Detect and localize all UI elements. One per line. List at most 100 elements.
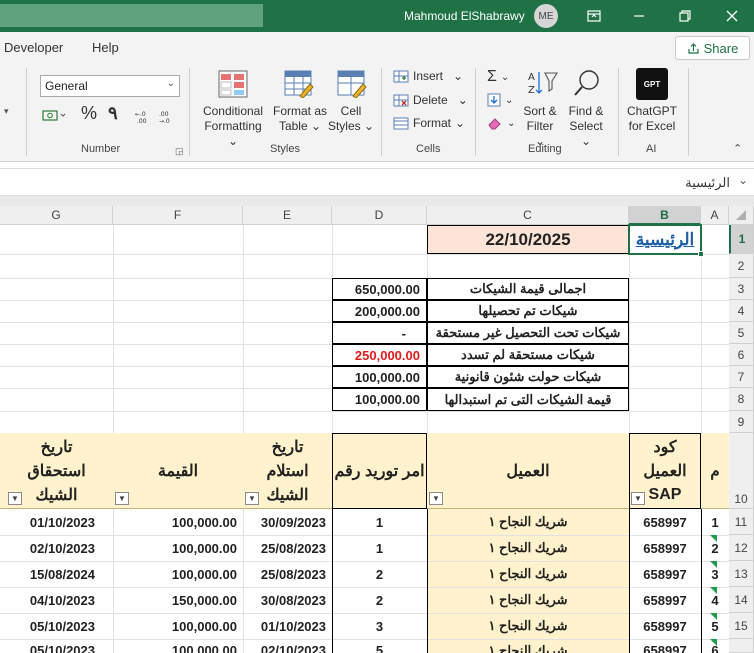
cell-client[interactable]: شريك النجاح ١: [427, 509, 629, 535]
error-indicator-icon[interactable]: [710, 535, 717, 542]
row-header-5[interactable]: 5: [729, 322, 754, 344]
filter-dropdown-icon[interactable]: ▼: [631, 492, 645, 505]
row-header-4[interactable]: 4: [729, 300, 754, 322]
cell-code[interactable]: 658997: [629, 587, 701, 613]
worksheet-grid[interactable]: G F E D C B A 1 2 3 4 5 6 7 8 9 10 11 12…: [0, 206, 754, 653]
filter-dropdown-icon[interactable]: ▼: [429, 492, 443, 505]
delete-button[interactable]: Delete ⌄: [393, 93, 468, 107]
clear-button[interactable]: ⌄: [487, 116, 515, 130]
summary-value[interactable]: -: [332, 322, 427, 344]
cell-received-date[interactable]: 01/10/2023: [243, 613, 332, 639]
summary-label[interactable]: شيكات مستحقة لم تسدد: [427, 344, 629, 366]
summary-label[interactable]: اجمالى قيمة الشيكات: [427, 278, 629, 300]
cell-order[interactable]: 1: [332, 535, 427, 561]
format-button[interactable]: Format ⌄: [393, 116, 465, 130]
cell-order[interactable]: 5: [332, 639, 427, 653]
cell-received-date[interactable]: 25/08/2023: [243, 561, 332, 587]
column-header-f[interactable]: F: [113, 206, 243, 225]
header-order[interactable]: امر توريد رقم: [332, 456, 427, 486]
summary-label[interactable]: شيكات تم تحصيلها: [427, 300, 629, 322]
cell-styles-icon[interactable]: [337, 70, 367, 101]
summary-value[interactable]: 200,000.00: [332, 300, 427, 322]
cell-amount[interactable]: 100,000.00: [113, 535, 243, 561]
summary-label[interactable]: قيمة الشيكات التى تم استبدالها: [427, 388, 629, 411]
fill-handle[interactable]: [698, 251, 704, 257]
autosum-button[interactable]: Σ ⌄: [487, 68, 509, 86]
chevron-down-icon[interactable]: ▾: [4, 106, 9, 117]
row-header-16[interactable]: [729, 639, 754, 653]
cell-client[interactable]: شريك النجاح ١: [427, 535, 629, 561]
column-header-d[interactable]: D: [332, 206, 427, 225]
cell-order[interactable]: 2: [332, 587, 427, 613]
cell-client[interactable]: شريك النجاح ١: [427, 639, 629, 653]
error-indicator-icon[interactable]: [710, 639, 717, 646]
cell-amount[interactable]: 100,000.00: [113, 509, 243, 535]
select-all-corner[interactable]: [729, 206, 754, 225]
row-header-13[interactable]: 13: [729, 561, 754, 587]
tab-help[interactable]: Help: [92, 40, 119, 55]
chatgpt-for-excel-button[interactable]: ChatGPT for Excel: [624, 104, 680, 134]
collapse-ribbon-icon[interactable]: ⌃: [733, 142, 742, 155]
filter-dropdown-icon[interactable]: ▼: [8, 492, 22, 505]
column-header-g[interactable]: G: [0, 206, 113, 225]
cell-order[interactable]: 1: [332, 509, 427, 535]
column-header-a[interactable]: A: [701, 206, 729, 225]
cell-code[interactable]: 658997: [629, 639, 701, 653]
cell-code[interactable]: 658997: [629, 613, 701, 639]
ribbon-display-icon[interactable]: [584, 6, 604, 26]
percent-style-button[interactable]: %: [81, 104, 97, 122]
minimize-icon[interactable]: [629, 6, 649, 26]
cell-order[interactable]: 2: [332, 561, 427, 587]
summary-label[interactable]: شيكات حولت شئون قانونية: [427, 366, 629, 388]
cell-due-date[interactable]: 05/10/2023: [0, 613, 113, 639]
insert-button[interactable]: Insert ⌄: [393, 69, 463, 83]
cell-due-date[interactable]: 02/10/2023: [0, 535, 113, 561]
cell-amount[interactable]: 100,000.00: [113, 561, 243, 587]
cell-client[interactable]: شريك النجاح ١: [427, 561, 629, 587]
row-header-15[interactable]: 15: [729, 613, 754, 639]
tab-developer[interactable]: Developer: [4, 40, 63, 55]
error-indicator-icon[interactable]: [710, 561, 717, 568]
row-header-7[interactable]: 7: [729, 366, 754, 388]
column-header-b[interactable]: B: [629, 206, 701, 225]
summary-value[interactable]: 100,000.00: [332, 388, 427, 411]
cell-styles-button[interactable]: Cell Styles ⌄: [327, 104, 375, 134]
header-amount[interactable]: القيمة: [113, 456, 243, 486]
restore-icon[interactable]: [675, 6, 695, 26]
formula-bar[interactable]: الرئيسية ⌄: [0, 168, 754, 196]
conditional-formatting-button[interactable]: Conditional Formatting ⌄: [199, 104, 267, 149]
row-header-10[interactable]: 10: [729, 433, 754, 509]
cell-due-date[interactable]: 05/10/2023: [0, 639, 113, 653]
cell-received-date[interactable]: 30/08/2023: [243, 587, 332, 613]
find-select-icon[interactable]: [572, 68, 602, 101]
header-serial[interactable]: م: [701, 456, 729, 486]
row-header-11[interactable]: 11: [729, 509, 754, 535]
row-header-8[interactable]: 8: [729, 388, 754, 411]
error-indicator-icon[interactable]: [710, 613, 717, 620]
expand-formula-bar-icon[interactable]: ⌄: [738, 173, 748, 187]
format-as-table-icon[interactable]: [284, 70, 314, 101]
column-header-c[interactable]: C: [427, 206, 629, 225]
formula-bar-value[interactable]: الرئيسية: [685, 175, 730, 191]
summary-value[interactable]: 100,000.00: [332, 366, 427, 388]
column-header-e[interactable]: E: [243, 206, 332, 225]
format-as-table-button[interactable]: Format as Table ⌄: [269, 104, 331, 134]
row-header-9[interactable]: 9: [729, 411, 754, 433]
sort-filter-icon[interactable]: AZ: [527, 69, 559, 100]
cell-due-date[interactable]: 01/10/2023: [0, 509, 113, 535]
comma-style-button[interactable]: ٩: [108, 104, 118, 122]
increase-decimal-icon[interactable]: ←.0.00: [134, 109, 154, 128]
header-client[interactable]: العميل: [427, 456, 629, 486]
cell-code[interactable]: 658997: [629, 561, 701, 587]
decrease-decimal-icon[interactable]: .00 →.0: [158, 109, 178, 128]
cell-amount[interactable]: 150,000.00: [113, 587, 243, 613]
row-header-2[interactable]: 2: [729, 254, 754, 278]
find-select-button[interactable]: Find & Select ⌄: [564, 104, 608, 149]
fill-button[interactable]: ⌄: [487, 93, 513, 107]
filter-dropdown-icon[interactable]: ▼: [245, 492, 259, 505]
cell-due-date[interactable]: 15/08/2024: [0, 561, 113, 587]
filter-dropdown-icon[interactable]: ▼: [115, 492, 129, 505]
cell-received-date[interactable]: 25/08/2023: [243, 535, 332, 561]
row-header-14[interactable]: 14: [729, 587, 754, 613]
cell-serial[interactable]: 1: [701, 509, 729, 535]
